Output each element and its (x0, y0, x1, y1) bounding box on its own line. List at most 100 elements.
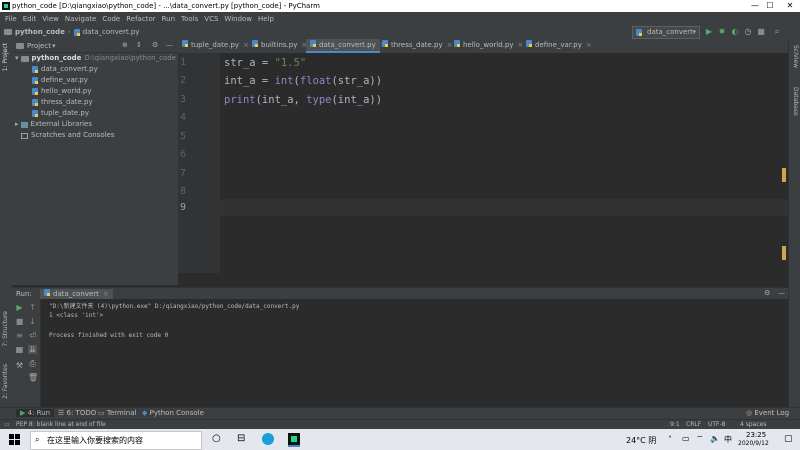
print-icon[interactable]: ⎙ (28, 359, 37, 368)
tab-data-convert[interactable]: data_convert.py× (306, 39, 386, 53)
structure-tool-tab[interactable]: 7: Structure (2, 311, 9, 347)
code-token: (str_a)) (331, 75, 383, 87)
run-config-dropdown[interactable]: data_convert ▾ (632, 26, 700, 39)
scroll-to-end-icon[interactable]: ⇊ (28, 345, 37, 354)
tab-define-var[interactable]: define_var.py × (522, 39, 594, 52)
hide-icon[interactable]: — (166, 41, 173, 49)
tab-hello-world[interactable]: hello_world.py × (450, 39, 524, 52)
project-tool-tab[interactable]: 1: Project (2, 43, 9, 71)
menu-vcs[interactable]: VCS (204, 15, 218, 23)
notification-icon[interactable]: ▢ (784, 434, 793, 444)
line-number: 3 (179, 94, 186, 105)
tree-file-hello-world[interactable]: hello_world.py (32, 86, 92, 97)
network-icon[interactable]: ▭ (682, 434, 690, 443)
tree-root-python-code[interactable]: ▾ python_code D:\qiangxiao\python_code (15, 53, 176, 64)
project-panel-title[interactable]: Project (27, 42, 51, 50)
menu-edit[interactable]: Edit (23, 15, 37, 23)
edge-browser-icon[interactable] (262, 433, 274, 445)
menu-view[interactable]: View (42, 15, 59, 23)
python-file-icon (32, 88, 38, 95)
breadcrumb-file[interactable]: data_convert.py (83, 28, 140, 36)
close-icon[interactable]: × (103, 290, 109, 298)
line-separator[interactable]: CRLF (686, 421, 701, 428)
menu-tools[interactable]: Tools (181, 15, 198, 23)
event-log-button[interactable]: ◎ Event Log (746, 409, 789, 417)
tool-tab-label: 4: Run (27, 409, 51, 417)
clock-date[interactable]: 2020/9/12 (738, 440, 769, 447)
console-line: "D:\新建文件夹 (4)\python.exe" D:/qiangxiao/p… (49, 303, 300, 310)
close-icon[interactable]: × (586, 41, 592, 49)
profile-icon[interactable]: ◷ (743, 27, 753, 37)
search-everywhere-icon[interactable]: ⌕ (772, 27, 782, 37)
trash-icon[interactable]: 🗑 (28, 373, 38, 382)
code-area[interactable]: str_a = "1.5" int_a = int(float(str_a)) … (220, 53, 780, 273)
volume-icon[interactable]: 🔈 (710, 434, 720, 443)
soft-wrap-icon[interactable]: ⏎ (28, 331, 37, 340)
taskbar-search-box[interactable]: ⌕ 在这里输入你要搜索的内容 (30, 431, 202, 450)
sciview-tool-tab[interactable]: SciView (792, 45, 799, 68)
tool-tab-todo[interactable]: ☰ 6: TODO (58, 409, 96, 417)
tree-file-tuple-date[interactable]: tuple_date.py (32, 108, 89, 119)
tab-thress-date[interactable]: thress_date.py × (378, 39, 452, 52)
menu-run[interactable]: Run (162, 15, 175, 23)
tool-tab-python-console[interactable]: ◆ Python Console (142, 409, 204, 417)
menu-navigate[interactable]: Navigate (65, 15, 96, 23)
tab-tuple-date[interactable]: tuple_date.py × (178, 39, 250, 52)
tree-file-data-convert[interactable]: data_convert.py (32, 64, 98, 75)
hide-icon[interactable]: — (778, 289, 785, 297)
pin-icon[interactable]: ≡ (15, 331, 24, 340)
run-console[interactable]: "D:\新建文件夹 (4)\python.exe" D:/qiangxiao/p… (41, 299, 788, 407)
scroll-down-icon[interactable]: ↓ (28, 317, 37, 326)
tree-file-label: data_convert.py (41, 65, 98, 73)
line-number: 6 (179, 149, 186, 160)
coverage-icon[interactable]: ◐ (730, 27, 740, 37)
tool-tab-terminal[interactable]: ▭ Terminal (98, 409, 136, 417)
windows-start-icon[interactable] (9, 434, 20, 445)
tree-external-libraries[interactable]: ▸ External Libraries (15, 119, 92, 130)
task-view-icon[interactable]: ○ (212, 433, 221, 444)
debug-icon[interactable]: ✹ (717, 27, 727, 37)
menu-file[interactable]: File (5, 15, 17, 23)
tool-tab-run[interactable]: ▶ 4: Run (16, 409, 55, 417)
stop-icon[interactable]: ■ (15, 317, 24, 326)
file-encoding[interactable]: UTF-8 (708, 421, 726, 428)
gear-icon[interactable]: ⚙ (764, 289, 770, 297)
caret-position[interactable]: 9:1 (670, 421, 680, 428)
menu-help[interactable]: Help (258, 15, 274, 23)
tool-tab-label: Python Console (149, 409, 204, 417)
weather-display[interactable]: 24°C 阴 (626, 435, 656, 446)
menu-code[interactable]: Code (102, 15, 120, 23)
indent-setting[interactable]: 4 spaces (740, 421, 766, 428)
layout-icon[interactable]: ▦ (15, 345, 24, 354)
warning-marker[interactable] (782, 168, 786, 182)
clock-time[interactable]: 23:25 (746, 431, 766, 439)
stop-icon[interactable]: ■ (756, 27, 766, 37)
tree-file-thress-date[interactable]: thress_date.py (32, 97, 93, 108)
tab-builtins[interactable]: builtins.py × (248, 39, 308, 52)
window-title-bar: python_code [D:\qiangxiao\python_code] -… (0, 0, 800, 12)
close-button[interactable]: ✕ (775, 0, 800, 12)
favorites-tool-tab[interactable]: 2: Favorites (2, 364, 9, 399)
menu-refactor[interactable]: Refactor (126, 15, 155, 23)
pycharm-taskbar-icon[interactable] (288, 433, 300, 447)
tree-file-define-var[interactable]: define_var.py (32, 75, 88, 86)
breadcrumb-project[interactable]: python_code (15, 28, 65, 36)
tray-chevron-up-icon[interactable]: ˄ (668, 435, 672, 444)
rerun-icon[interactable]: ▶ (15, 303, 24, 312)
wrench-icon[interactable]: ⚒ (15, 361, 24, 370)
run-icon[interactable]: ▶ (704, 27, 714, 37)
widgets-icon[interactable]: ⊟ (237, 433, 245, 444)
input-method-icon[interactable]: 中 (724, 434, 732, 445)
collapse-icon[interactable]: ⇕ (136, 41, 142, 49)
scroll-up-icon[interactable]: ↑ (28, 303, 37, 312)
status-message[interactable]: PEP 8: blank line at end of file (16, 421, 106, 428)
database-tool-tab[interactable]: Database (792, 87, 799, 116)
tab-label: builtins.py (261, 41, 298, 49)
wifi-icon[interactable]: ⌔ (696, 434, 704, 444)
locate-icon[interactable]: ⊕ (122, 41, 128, 49)
warning-marker[interactable] (782, 246, 786, 260)
menu-window[interactable]: Window (224, 15, 252, 23)
gear-icon[interactable]: ⚙ (152, 41, 158, 49)
tree-scratches[interactable]: Scratches and Consoles (21, 130, 115, 141)
chevron-down-icon[interactable]: ▾ (52, 42, 56, 50)
